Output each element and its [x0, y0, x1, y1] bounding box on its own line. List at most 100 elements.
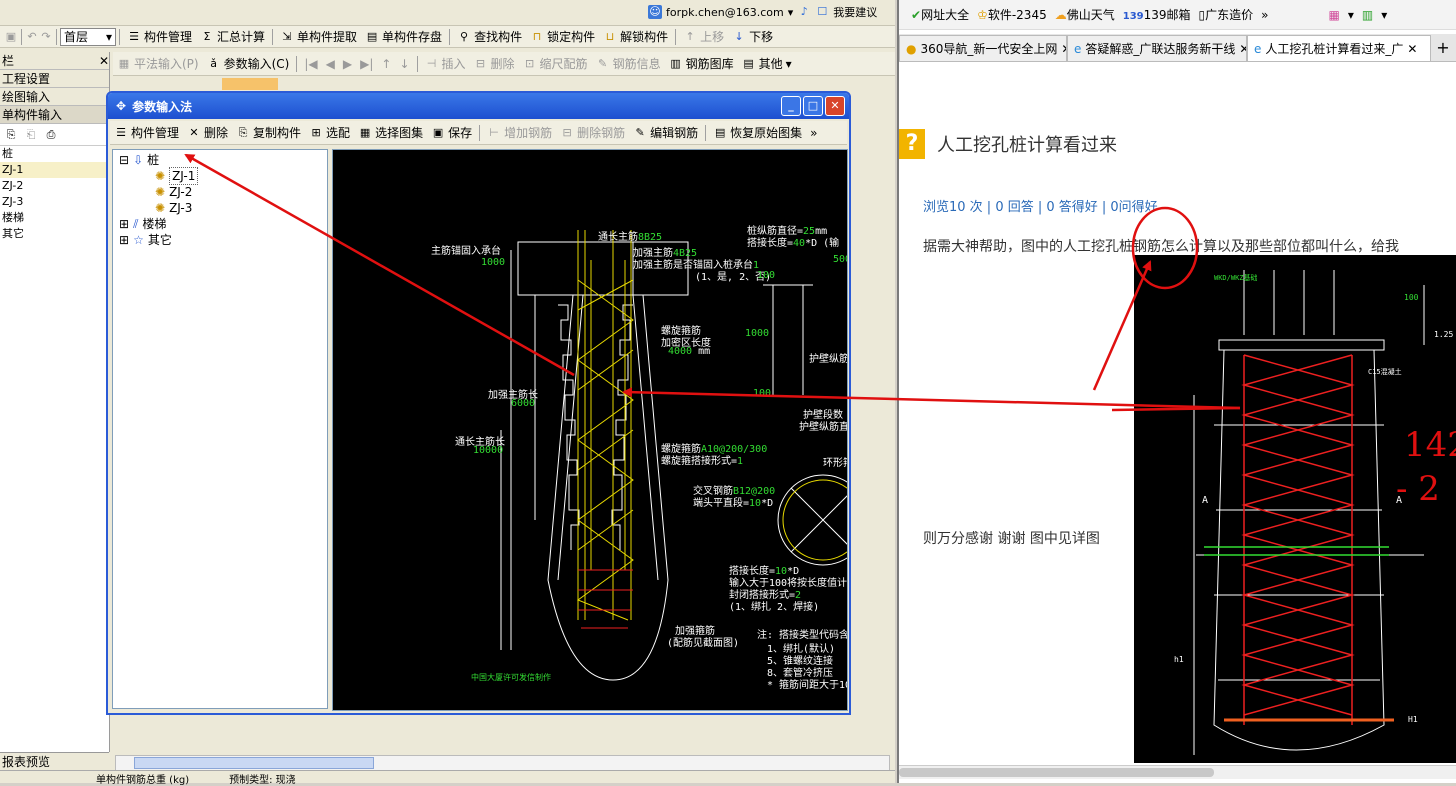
list-item[interactable]: 楼梯 [0, 210, 109, 226]
edit-rebar-button[interactable]: ✎ 编辑钢筋 [629, 123, 702, 143]
nav-drawing-input[interactable]: 绘图输入 [0, 88, 109, 106]
floor-select[interactable]: 首层 ▾ [60, 27, 116, 46]
close-icon[interactable]: ✕ [1407, 36, 1417, 61]
save-button[interactable]: ▣ 保存 [427, 123, 476, 143]
find-button[interactable]: ⚲ 查找构件 [453, 27, 526, 47]
tree-label: ZJ-2 [169, 185, 193, 199]
button-label: 构件管理 [131, 126, 180, 140]
rebar-library-button[interactable]: ▥ 钢筋图库 [665, 54, 738, 74]
browser-hscrollbar[interactable] [899, 765, 1456, 779]
bookmark-item[interactable]: 139139邮箱 [1123, 6, 1191, 23]
store-button[interactable]: ▤ 单构件存盘 [361, 27, 446, 47]
gld-app-window: ☺ forpk.chen@163.com ▾ ♪ ☐ 我要建议 ▣ ↶ ↷ 首层… [0, 0, 895, 786]
move-up-button[interactable]: ↑ 上移 [679, 27, 728, 47]
bookmark-item[interactable]: ♔软件-2345 [977, 6, 1047, 23]
report-preview-tab[interactable]: 报表预览 [0, 752, 109, 770]
cad-drawing-canvas[interactable]: 通长主筋8B25 加强主筋4B25 加强主筋是否锚固入桩承台1 (1、是, 2、… [332, 149, 848, 711]
nav-single-input[interactable]: 单构件输入 [0, 106, 109, 124]
bookmark-item[interactable]: ▯广东造价 [1199, 6, 1254, 23]
minimize-button[interactable]: _ [781, 96, 801, 116]
list-item[interactable]: 桩 [0, 146, 109, 162]
nav-next-button[interactable]: ▶ [339, 54, 356, 74]
chevron-down-icon[interactable]: ▾ [788, 6, 794, 19]
horizontal-scrollbar[interactable] [115, 755, 890, 771]
save-icon[interactable]: ▣ [4, 30, 18, 44]
copy-icon[interactable]: ⎘ [4, 128, 18, 142]
arrow-down-icon[interactable]: ↓ [395, 54, 413, 74]
maximize-button[interactable]: □ [803, 96, 823, 116]
scroll-thumb[interactable] [899, 768, 1214, 777]
tab-answers[interactable]: e答疑解惑_广联达服务新干线✕ [1067, 35, 1247, 61]
button-label: 选配 [326, 126, 351, 140]
book-icon[interactable]: ▥ [1362, 8, 1373, 22]
delete-row-button[interactable]: ⊟ 删除 [470, 54, 519, 74]
delete-button[interactable]: ✕ 删除 [183, 123, 232, 143]
lock-button[interactable]: ⊓ 锁定构件 [526, 27, 599, 47]
button-label: 汇总计算 [217, 30, 266, 44]
select-config-button[interactable]: ⊞ 选配 [305, 123, 354, 143]
chevron-down-icon[interactable]: ▾ [1348, 8, 1354, 22]
component-manage-button[interactable]: ☰ 构件管理 [110, 123, 183, 143]
rebar-info-button[interactable]: ✎ 钢筋信息 [592, 54, 665, 74]
summary-calc-button[interactable]: Σ 汇总计算 [196, 27, 269, 47]
nav-project-settings[interactable]: 工程设置 [0, 70, 109, 88]
list-item[interactable]: ZJ-1 [0, 162, 109, 178]
extract-button[interactable]: ⇲ 单构件提取 [276, 27, 361, 47]
tree-node-other[interactable]: ⊞ ☆ 其它 [113, 232, 327, 248]
close-button[interactable]: ✕ [825, 96, 845, 116]
list-item[interactable]: ZJ-3 [0, 194, 109, 210]
move-down-button[interactable]: ↓ 下移 [728, 27, 777, 47]
expand-icon[interactable]: ⊞ [119, 232, 129, 248]
add-rebar-button[interactable]: ⊢ 增加钢筋 [483, 123, 556, 143]
param-input-button[interactable]: ǎ 参数输入(C) [203, 54, 294, 74]
bookmark-item[interactable]: ✔网址大全 [911, 6, 969, 23]
tab-360[interactable]: ●360导航_新一代安全上网✕ [899, 35, 1067, 61]
delete-rebar-button[interactable]: ⊟ 删除钢筋 [556, 123, 629, 143]
suggest-link[interactable]: 我要建议 [833, 4, 877, 20]
redo-icon[interactable]: ↷ [39, 30, 53, 44]
insert-button[interactable]: ⊣ 插入 [421, 54, 470, 74]
undo-icon[interactable]: ↶ [25, 30, 39, 44]
nav-first-button[interactable]: |◀ [300, 54, 321, 74]
new-tab-button[interactable]: + [1431, 35, 1455, 61]
toolbar-divider [272, 28, 274, 45]
more-tools-button[interactable]: » [806, 123, 821, 143]
nav-prev-button[interactable]: ◀ [322, 54, 339, 74]
tree-node-pile[interactable]: ⊟ ⇩ 桩 [113, 152, 327, 168]
paste-icon[interactable]: ⎗ [24, 128, 38, 142]
arrow-up-icon[interactable]: ↑ [377, 54, 395, 74]
plan-input-button[interactable]: ▦ 平法输入(P) [113, 54, 203, 74]
bell-icon[interactable]: ♪ [797, 5, 811, 19]
restore-atlas-button[interactable]: ▤ 恢复原始图集 [709, 123, 806, 143]
tree-node-zj2[interactable]: ✺ ZJ-2 [113, 184, 327, 200]
tree-node-zj1[interactable]: ✺ ZJ-1 [113, 167, 327, 185]
list-item[interactable]: ZJ-2 [0, 178, 109, 194]
expand-icon[interactable]: ⊞ [119, 216, 129, 232]
more-bookmarks-icon[interactable]: » [1261, 8, 1268, 22]
nav-last-button[interactable]: ▶| [356, 54, 377, 74]
component-manage-button[interactable]: ☰ 构件管理 [123, 27, 196, 47]
close-icon[interactable]: ✕ [1239, 36, 1246, 61]
chevron-down-icon[interactable]: ▾ [1381, 8, 1387, 22]
tab-question[interactable]: e 人工挖孔桩计算看过来_广 ✕ [1247, 35, 1431, 61]
tree-node-stairs[interactable]: ⊞ ⫽ 楼梯 [113, 216, 327, 232]
unlock-button[interactable]: ⊔ 解锁构件 [599, 27, 672, 47]
button-label: 增加钢筋 [504, 126, 553, 140]
clipboard-icon[interactable]: ⎙ [44, 128, 58, 142]
other-menu-button[interactable]: ▤ 其他 ▾ [738, 54, 796, 74]
bookmark-item[interactable]: ☁佛山天气 [1055, 6, 1115, 23]
account-label[interactable]: forpk.chen@163.com [666, 6, 784, 19]
scale-rebar-button[interactable]: ⊡ 缩尺配筋 [519, 54, 592, 74]
apps-icon[interactable]: ▦ [1328, 8, 1339, 22]
select-atlas-button[interactable]: ▦ 选择图集 [354, 123, 427, 143]
question-stats[interactable]: 浏览10 次 | 0 回答 | 0 答得好 | 0问得好 [923, 196, 1158, 215]
tab-label: 答疑解惑_广联达服务新干线 [1085, 41, 1236, 56]
attached-drawing[interactable]: WKD/WKZ基础 100 1.25 C15混凝土 A A H1 h1 1425… [1134, 255, 1456, 763]
scroll-thumb[interactable] [134, 757, 374, 769]
close-icon[interactable]: ✕ [99, 52, 109, 69]
dialog-titlebar[interactable]: ✥ 参数输入法 _ □ ✕ [108, 93, 849, 119]
collapse-icon[interactable]: ⊟ [119, 152, 129, 168]
copy-component-button[interactable]: ⎘ 复制构件 [232, 123, 305, 143]
tree-node-zj3[interactable]: ✺ ZJ-3 [113, 200, 327, 216]
list-item[interactable]: 其它 [0, 226, 109, 242]
